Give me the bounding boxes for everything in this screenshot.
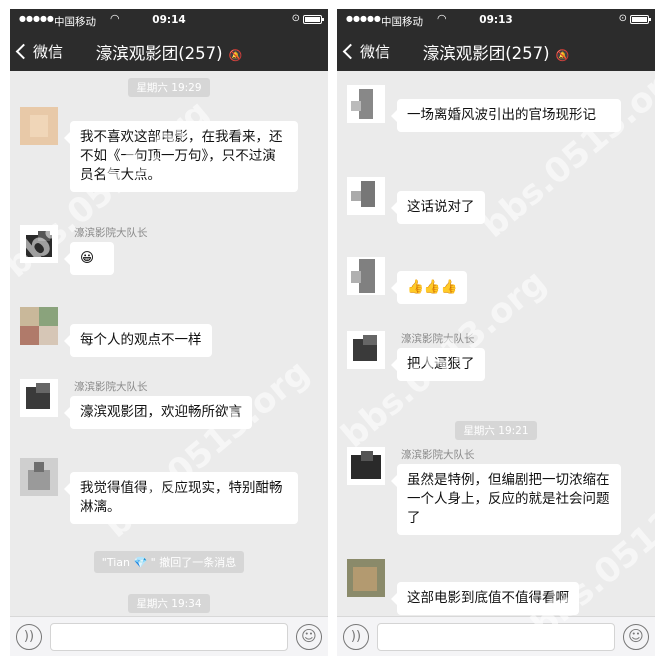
avatar[interactable] bbox=[347, 447, 385, 485]
battery-icon bbox=[303, 15, 324, 24]
message-bubble[interactable]: 一场离婚风波引出的官场现形记 bbox=[391, 99, 621, 132]
message-input[interactable] bbox=[377, 623, 615, 651]
avatar[interactable] bbox=[20, 225, 58, 263]
message-bubble[interactable]: 👍👍👍 bbox=[390, 271, 468, 304]
input-bar: )) ☺ bbox=[337, 616, 655, 656]
message-bubble[interactable]: 😀 bbox=[64, 242, 114, 275]
message-bubble[interactable]: 我不喜欢这部电影，在我看来，还不如《一句顶一万句》，只不过演员名气大点。 bbox=[64, 121, 298, 192]
nav-bar: 微信 濠滨观影团(257) 🔕 bbox=[10, 31, 328, 71]
status-bar: ●●●●● 中国移动 ◠ 09:14 ⊙ bbox=[10, 9, 328, 31]
message-list: 星期六 19:29 我不喜欢这部电影，在我看来，还不如《一句顶一万句》，只不过演… bbox=[10, 71, 328, 616]
status-time: 09:14 bbox=[152, 14, 186, 26]
chat-window-right: ●●●●● 中国移动 ◠ 09:13 ⊙ 微信 濠滨观影团(257) 🔕 一场离婚… bbox=[337, 9, 655, 656]
avatar[interactable] bbox=[20, 307, 58, 345]
avatar[interactable] bbox=[347, 85, 385, 123]
rotation-lock-icon: ⊙ bbox=[618, 13, 627, 24]
timestamp: 星期六 19:29 bbox=[10, 76, 328, 97]
avatar[interactable] bbox=[347, 257, 385, 295]
mute-icon: 🔕 bbox=[555, 49, 570, 62]
message-bubble[interactable]: 濠滨观影团，欢迎畅所欲言 bbox=[64, 396, 252, 429]
sender-name: 濠滨影院大队长 bbox=[401, 449, 475, 461]
voice-icon[interactable]: )) bbox=[16, 624, 42, 650]
chat-title-wrap: 濠滨观影团(257) 🔕 bbox=[337, 40, 655, 64]
recall-notice: "Tian 💎 " 撤回了一条消息 bbox=[10, 551, 328, 573]
message-bubble[interactable]: 把人逼狠了 bbox=[391, 348, 485, 381]
sender-name: 濠滨影院大队长 bbox=[74, 227, 148, 239]
chat-title: 濠滨观影团(257) bbox=[95, 44, 223, 63]
voice-icon[interactable]: )) bbox=[343, 624, 369, 650]
rotation-lock-icon: ⊙ bbox=[291, 13, 300, 24]
avatar[interactable] bbox=[20, 107, 58, 145]
message-input[interactable] bbox=[50, 623, 288, 651]
timestamp: 星期六 19:34 bbox=[10, 592, 328, 613]
avatar[interactable] bbox=[347, 559, 385, 597]
avatar[interactable] bbox=[347, 331, 385, 369]
nav-bar: 微信 濠滨观影团(257) 🔕 bbox=[337, 31, 655, 71]
input-bar: )) ☺ bbox=[10, 616, 328, 656]
message-bubble[interactable]: 这话说对了 bbox=[391, 191, 485, 224]
mute-icon: 🔕 bbox=[228, 49, 243, 62]
avatar[interactable] bbox=[20, 379, 58, 417]
message-bubble[interactable]: 每个人的观点不一样 bbox=[64, 324, 212, 357]
chat-title: 濠滨观影团(257) bbox=[422, 44, 550, 63]
timestamp: 星期六 19:21 bbox=[337, 419, 655, 440]
emoji-icon[interactable]: ☺ bbox=[296, 624, 322, 650]
status-time: 09:13 bbox=[479, 14, 513, 26]
avatar[interactable] bbox=[347, 177, 385, 215]
message-bubble[interactable]: 我觉得值得，反应现实，特别酣畅淋漓。 bbox=[64, 472, 298, 524]
message-bubble[interactable]: 虽然是特例，但编剧把一切浓缩在一个人身上，反应的就是社会问题了 bbox=[391, 464, 621, 535]
battery-icon bbox=[630, 15, 651, 24]
chat-window-left: ●●●●● 中国移动 ◠ 09:14 ⊙ 微信 濠滨观影团(257) 🔕 星期六 … bbox=[10, 9, 328, 656]
sender-name: 濠滨影院大队长 bbox=[401, 333, 475, 345]
avatar[interactable] bbox=[20, 458, 58, 496]
message-list: 一场离婚风波引出的官场现形记 这话说对了 👍👍👍 濠滨影院大队长 把人逼狠了 星… bbox=[337, 71, 655, 616]
status-bar: ●●●●● 中国移动 ◠ 09:13 ⊙ bbox=[337, 9, 655, 31]
chat-title-wrap: 濠滨观影团(257) 🔕 bbox=[10, 40, 328, 64]
sender-name: 濠滨影院大队长 bbox=[74, 381, 148, 393]
message-bubble[interactable]: 这部电影到底值不值得看啊 bbox=[391, 582, 579, 615]
emoji-icon[interactable]: ☺ bbox=[623, 624, 649, 650]
